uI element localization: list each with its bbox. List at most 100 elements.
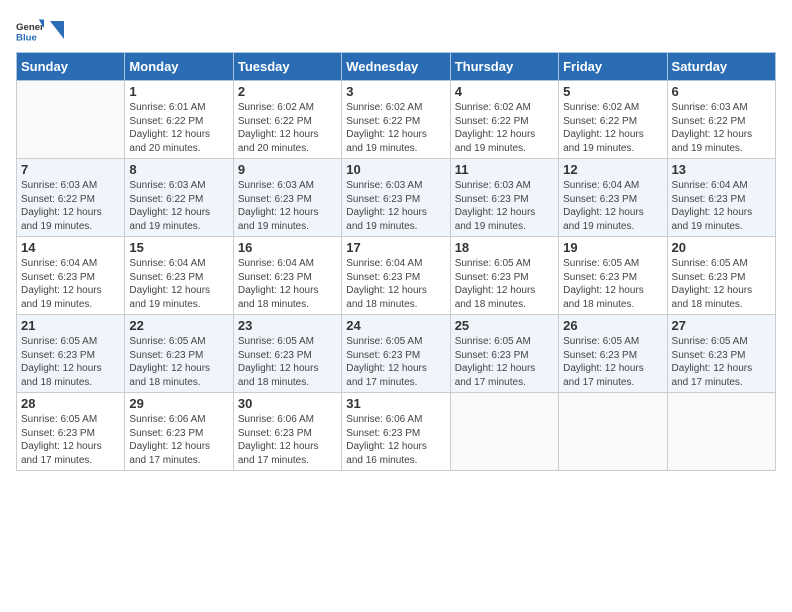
day-info: Sunrise: 6:05 AMSunset: 6:23 PMDaylight:…: [563, 257, 662, 311]
day-number: 27: [672, 318, 771, 333]
calendar-cell: 20 Sunrise: 6:05 AMSunset: 6:23 PMDayligh…: [667, 237, 775, 315]
day-info: Sunrise: 6:02 AMSunset: 6:22 PMDaylight:…: [238, 101, 337, 155]
day-number: 13: [672, 162, 771, 177]
day-info: Sunrise: 6:05 AMSunset: 6:23 PMDaylight:…: [672, 335, 771, 389]
day-info: Sunrise: 6:02 AMSunset: 6:22 PMDaylight:…: [455, 101, 554, 155]
calendar-cell: 3Sunrise: 6:02 AMSunset: 6:22 PMDaylight…: [342, 81, 450, 159]
calendar-cell: 29 Sunrise: 6:06 AMSunset: 6:23 PMDayligh…: [125, 393, 233, 471]
calendar-cell: 16 Sunrise: 6:04 AMSunset: 6:23 PMDayligh…: [233, 237, 341, 315]
day-info: Sunrise: 6:06 AMSunset: 6:23 PMDaylight:…: [238, 413, 337, 467]
day-number: 30: [238, 396, 337, 411]
calendar-cell: 24Sunrise: 6:05 AMSunset: 6:23 PMDayligh…: [342, 315, 450, 393]
calendar-cell: 25Sunrise: 6:05 AMSunset: 6:23 PMDayligh…: [450, 315, 558, 393]
day-number: 23: [238, 318, 337, 333]
calendar-week-row: 28 Sunrise: 6:05 AMSunset: 6:23 PMDayligh…: [17, 393, 776, 471]
calendar-week-row: 21Sunrise: 6:05 AMSunset: 6:23 PMDayligh…: [17, 315, 776, 393]
calendar-cell: 18 Sunrise: 6:05 AMSunset: 6:23 PMDayligh…: [450, 237, 558, 315]
day-number: 20: [672, 240, 771, 255]
day-number: 4: [455, 84, 554, 99]
day-number: 6: [672, 84, 771, 99]
day-info: Sunrise: 6:06 AMSunset: 6:23 PMDaylight:…: [129, 413, 228, 467]
day-info: Sunrise: 6:04 AMSunset: 6:23 PMDaylight:…: [129, 257, 228, 311]
day-number: 19: [563, 240, 662, 255]
calendar-cell: 30 Sunrise: 6:06 AMSunset: 6:23 PMDayligh…: [233, 393, 341, 471]
calendar-cell: 22Sunrise: 6:05 AMSunset: 6:23 PMDayligh…: [125, 315, 233, 393]
day-info: Sunrise: 6:05 AMSunset: 6:23 PMDaylight:…: [563, 335, 662, 389]
day-info: Sunrise: 6:04 AMSunset: 6:23 PMDaylight:…: [672, 179, 771, 233]
calendar-cell: 5 Sunrise: 6:02 AMSunset: 6:22 PMDaylight…: [559, 81, 667, 159]
day-info: Sunrise: 6:03 AMSunset: 6:23 PMDaylight:…: [455, 179, 554, 233]
calendar-cell: 28 Sunrise: 6:05 AMSunset: 6:23 PMDayligh…: [17, 393, 125, 471]
weekday-header: Thursday: [450, 53, 558, 81]
day-info: Sunrise: 6:04 AMSunset: 6:23 PMDaylight:…: [346, 257, 445, 311]
day-info: Sunrise: 6:04 AMSunset: 6:23 PMDaylight:…: [21, 257, 120, 311]
calendar-cell: 8 Sunrise: 6:03 AMSunset: 6:22 PMDaylight…: [125, 159, 233, 237]
calendar-cell: 15 Sunrise: 6:04 AMSunset: 6:23 PMDayligh…: [125, 237, 233, 315]
day-number: 18: [455, 240, 554, 255]
day-info: Sunrise: 6:02 AMSunset: 6:22 PMDaylight:…: [563, 101, 662, 155]
day-info: Sunrise: 6:05 AMSunset: 6:23 PMDaylight:…: [21, 335, 120, 389]
day-info: Sunrise: 6:03 AMSunset: 6:23 PMDaylight:…: [238, 179, 337, 233]
day-info: Sunrise: 6:05 AMSunset: 6:23 PMDaylight:…: [238, 335, 337, 389]
calendar-cell: [667, 393, 775, 471]
logo-icon: General Blue: [16, 16, 44, 44]
day-info: Sunrise: 6:03 AMSunset: 6:22 PMDaylight:…: [129, 179, 228, 233]
day-number: 17: [346, 240, 445, 255]
day-number: 1: [129, 84, 228, 99]
day-number: 22: [129, 318, 228, 333]
day-number: 7: [21, 162, 120, 177]
calendar-cell: 14 Sunrise: 6:04 AMSunset: 6:23 PMDayligh…: [17, 237, 125, 315]
day-number: 28: [21, 396, 120, 411]
calendar-cell: 4 Sunrise: 6:02 AMSunset: 6:22 PMDaylight…: [450, 81, 558, 159]
calendar-cell: 31Sunrise: 6:06 AMSunset: 6:23 PMDayligh…: [342, 393, 450, 471]
day-info: Sunrise: 6:05 AMSunset: 6:23 PMDaylight:…: [672, 257, 771, 311]
day-info: Sunrise: 6:04 AMSunset: 6:23 PMDaylight:…: [238, 257, 337, 311]
day-number: 26: [563, 318, 662, 333]
calendar-cell: 6 Sunrise: 6:03 AMSunset: 6:22 PMDaylight…: [667, 81, 775, 159]
calendar-cell: 26 Sunrise: 6:05 AMSunset: 6:23 PMDayligh…: [559, 315, 667, 393]
weekday-header: Tuesday: [233, 53, 341, 81]
calendar-week-row: 1 Sunrise: 6:01 AMSunset: 6:22 PMDaylight…: [17, 81, 776, 159]
day-number: 12: [563, 162, 662, 177]
calendar-cell: [450, 393, 558, 471]
calendar-table: SundayMondayTuesdayWednesdayThursdayFrid…: [16, 52, 776, 471]
day-info: Sunrise: 6:05 AMSunset: 6:23 PMDaylight:…: [21, 413, 120, 467]
calendar-week-row: 7 Sunrise: 6:03 AMSunset: 6:22 PMDaylight…: [17, 159, 776, 237]
day-info: Sunrise: 6:02 AMSunset: 6:22 PMDaylight:…: [346, 101, 445, 155]
day-number: 8: [129, 162, 228, 177]
calendar-cell: 13 Sunrise: 6:04 AMSunset: 6:23 PMDayligh…: [667, 159, 775, 237]
day-number: 24: [346, 318, 445, 333]
day-info: Sunrise: 6:04 AMSunset: 6:23 PMDaylight:…: [563, 179, 662, 233]
calendar-cell: 23 Sunrise: 6:05 AMSunset: 6:23 PMDayligh…: [233, 315, 341, 393]
calendar-cell: 19 Sunrise: 6:05 AMSunset: 6:23 PMDayligh…: [559, 237, 667, 315]
day-info: Sunrise: 6:01 AMSunset: 6:22 PMDaylight:…: [129, 101, 228, 155]
calendar-cell: [17, 81, 125, 159]
calendar-cell: 27 Sunrise: 6:05 AMSunset: 6:23 PMDayligh…: [667, 315, 775, 393]
weekday-header: Saturday: [667, 53, 775, 81]
weekday-header: Wednesday: [342, 53, 450, 81]
weekday-header: Monday: [125, 53, 233, 81]
day-number: 14: [21, 240, 120, 255]
calendar-cell: 21Sunrise: 6:05 AMSunset: 6:23 PMDayligh…: [17, 315, 125, 393]
day-number: 2: [238, 84, 337, 99]
calendar-cell: 10Sunrise: 6:03 AMSunset: 6:23 PMDayligh…: [342, 159, 450, 237]
day-info: Sunrise: 6:05 AMSunset: 6:23 PMDaylight:…: [455, 257, 554, 311]
logo: General Blue: [16, 16, 64, 44]
calendar-cell: 17 Sunrise: 6:04 AMSunset: 6:23 PMDayligh…: [342, 237, 450, 315]
weekday-header: Friday: [559, 53, 667, 81]
svg-text:General: General: [16, 22, 44, 33]
day-info: Sunrise: 6:06 AMSunset: 6:23 PMDaylight:…: [346, 413, 445, 467]
calendar-cell: 11 Sunrise: 6:03 AMSunset: 6:23 PMDayligh…: [450, 159, 558, 237]
day-number: 29: [129, 396, 228, 411]
calendar-cell: 12 Sunrise: 6:04 AMSunset: 6:23 PMDayligh…: [559, 159, 667, 237]
calendar-cell: 2 Sunrise: 6:02 AMSunset: 6:22 PMDaylight…: [233, 81, 341, 159]
svg-text:Blue: Blue: [16, 33, 37, 44]
day-number: 16: [238, 240, 337, 255]
logo-triangle-icon: [50, 21, 64, 39]
day-number: 15: [129, 240, 228, 255]
day-number: 25: [455, 318, 554, 333]
day-number: 5: [563, 84, 662, 99]
day-info: Sunrise: 6:03 AMSunset: 6:22 PMDaylight:…: [672, 101, 771, 155]
day-number: 11: [455, 162, 554, 177]
day-info: Sunrise: 6:03 AMSunset: 6:22 PMDaylight:…: [21, 179, 120, 233]
